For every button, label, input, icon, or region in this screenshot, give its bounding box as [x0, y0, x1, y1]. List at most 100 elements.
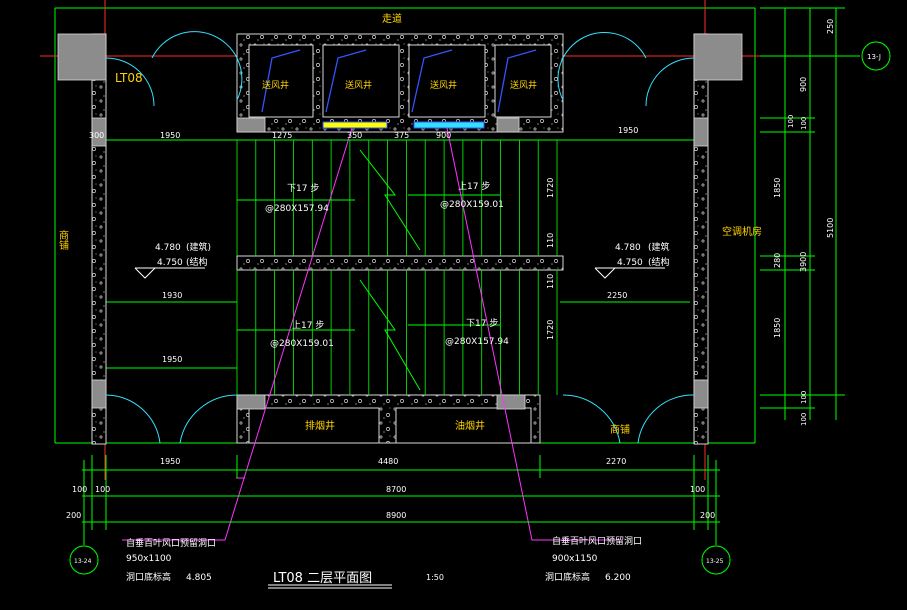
- corridor-label: 走道: [382, 12, 402, 25]
- axis-label: 13-J: [867, 53, 881, 61]
- dim-text: 8700: [386, 485, 406, 494]
- dim-text: 1950: [618, 126, 638, 135]
- elevation-note: (建筑): [186, 241, 211, 253]
- drawing-title: LT08 二层平面图: [273, 571, 372, 586]
- column: [496, 117, 520, 133]
- stair-id-label: LT08: [115, 71, 143, 85]
- dim-text: 900: [799, 77, 808, 92]
- dim-text: 375: [394, 131, 409, 140]
- walls: [91, 33, 709, 445]
- elevation-note: (结构: [648, 256, 670, 268]
- column: [57, 33, 107, 81]
- column: [496, 394, 526, 410]
- note-text: 6.200: [605, 573, 631, 583]
- elevation-value: 4.750: [617, 258, 643, 268]
- elevation-triangle: [594, 267, 616, 279]
- dim-text: 200: [66, 511, 81, 520]
- floor-plan: 走道 LT08 商铺 空调机房 排烟井 油烟井 商铺 送风井 送风井 送风井 送…: [40, 0, 891, 589]
- dim-text: 2250: [607, 291, 627, 300]
- dim-text: 1950: [160, 131, 180, 140]
- dim-text: 100: [800, 391, 808, 404]
- elevation-value: 4.780: [155, 243, 181, 253]
- dim-text: 110: [546, 233, 555, 248]
- dim-text: 1720: [546, 178, 555, 198]
- column: [693, 379, 709, 409]
- right-dims: [760, 7, 860, 420]
- dim-text: 4480: [378, 457, 398, 466]
- axis-label: 13-24: [74, 558, 92, 565]
- elevation-triangle: [134, 267, 156, 279]
- elevation-value: 4.780: [615, 243, 641, 253]
- dim-text: 100: [72, 485, 87, 494]
- air-shaft-label: 送风井: [510, 79, 537, 91]
- dim-text: 100: [800, 413, 808, 426]
- column: [693, 33, 743, 81]
- door-swing: [105, 394, 161, 444]
- louvre-right: [413, 121, 485, 129]
- dim-text: 100: [800, 117, 808, 130]
- dim-text: 2270: [606, 457, 626, 466]
- note-text: 洞口底标高: [545, 571, 590, 583]
- dim-text: 100: [787, 115, 795, 128]
- shop-left-label: 商铺: [57, 229, 69, 251]
- drawing-scale: 1:50: [426, 573, 444, 582]
- stair-spec-label: @280X159.01: [440, 200, 504, 210]
- stair-steps-label: 下17 步: [466, 318, 498, 329]
- dim-text: 300: [89, 131, 104, 140]
- bottom-dims: [82, 455, 720, 545]
- dim-text: 100: [95, 485, 110, 494]
- elevation-value: 4.750: [157, 258, 183, 268]
- dim-text: 1950: [160, 457, 180, 466]
- note-text: 自垂百叶风口预留洞口: [552, 535, 642, 547]
- dim-text: 900: [436, 131, 451, 140]
- column: [236, 117, 266, 133]
- air-shaft-label: 送风井: [430, 79, 457, 91]
- stair-steps-label: 下17 步: [287, 183, 319, 194]
- dim-text: 110: [546, 274, 555, 289]
- column: [91, 379, 107, 409]
- shop-bottom-label: 商铺: [610, 423, 630, 436]
- dim-text: 1950: [162, 355, 182, 364]
- dim-text: 1930: [162, 291, 182, 300]
- oil-shaft-label: 油烟井: [455, 419, 485, 432]
- dim-text: 8900: [386, 511, 406, 520]
- stair-spec-label: @280X159.01: [270, 339, 334, 349]
- column: [236, 394, 266, 410]
- landing-beam: [236, 255, 564, 271]
- dim-text: 200: [700, 511, 715, 520]
- dim-text: 280: [773, 253, 782, 268]
- door-swing: [645, 57, 695, 107]
- dim-text: 250: [826, 19, 835, 34]
- cad-drawing-canvas: 走道 LT08 商铺 空调机房 排烟井 油烟井 商铺 送风井 送风井 送风井 送…: [0, 0, 907, 610]
- dim-text: 1850: [773, 178, 782, 198]
- dim-text: 1720: [546, 320, 555, 340]
- note-text: 洞口底标高: [126, 571, 171, 583]
- stair-spec-label: @280X157.94: [445, 337, 509, 347]
- note-text: 900x1150: [552, 554, 598, 564]
- air-shaft-label: 送风井: [262, 79, 289, 91]
- column: [693, 117, 709, 147]
- door-swing: [151, 31, 243, 101]
- louvre-left: [322, 121, 388, 129]
- stair-spec-label: @280X157.94: [265, 204, 329, 214]
- door-swing: [557, 31, 647, 101]
- air-shaft-label: 送风井: [345, 79, 372, 91]
- door-swing: [637, 394, 695, 444]
- stair-steps-label: 上17 步: [458, 181, 490, 192]
- dim-text: 1275: [272, 131, 292, 140]
- smoke-shaft-label: 排烟井: [305, 419, 335, 432]
- axis-label: 13-25: [706, 558, 724, 565]
- stair-steps-label: 上17 步: [292, 320, 324, 331]
- dim-text: 350: [347, 131, 362, 140]
- dim-text: 3900: [799, 252, 808, 272]
- door-swing: [179, 394, 238, 444]
- elevation-note: (结构: [186, 256, 208, 268]
- dim-text: 1850: [773, 318, 782, 338]
- note-text: 自垂百叶风口预留洞口: [126, 537, 216, 549]
- ac-room-label: 空调机房: [722, 225, 762, 238]
- note-text: 4.805: [186, 573, 212, 583]
- dim-text: 5100: [826, 218, 835, 238]
- note-text: 950x1100: [126, 554, 172, 564]
- elevation-note: (建筑: [648, 241, 670, 253]
- dim-text: 100: [690, 485, 705, 494]
